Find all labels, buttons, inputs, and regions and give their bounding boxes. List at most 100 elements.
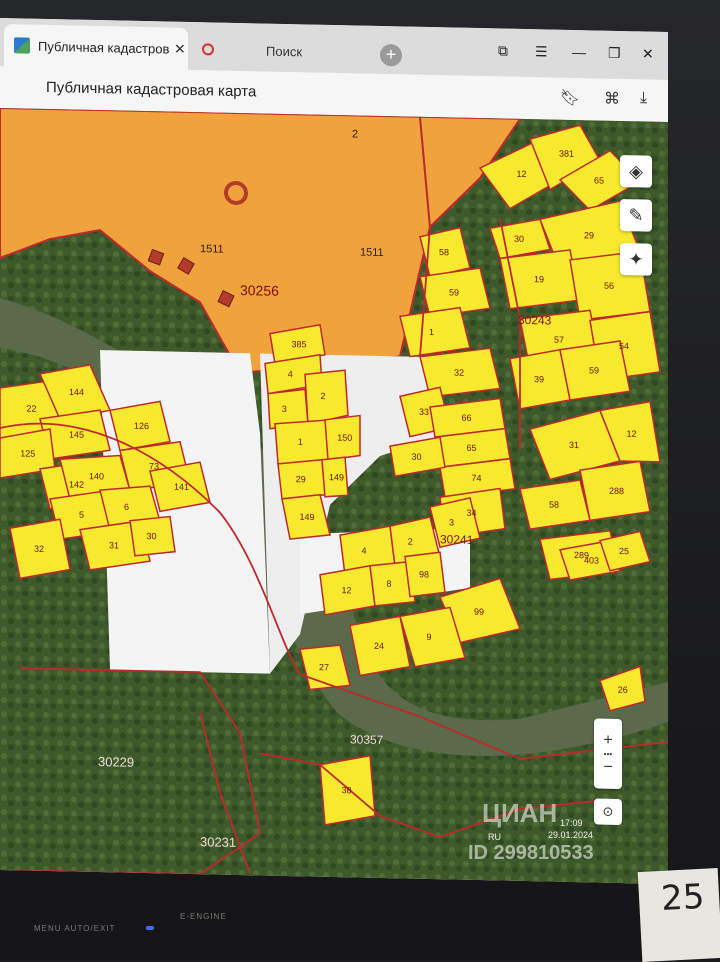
- monitor-menu-label: MENU AUTO/EXIT: [34, 924, 116, 933]
- bookmark-icon[interactable]: 🔖︎: [560, 88, 580, 108]
- label-north-b: 1511: [360, 247, 384, 259]
- parcel-number-label: 12: [627, 429, 637, 439]
- parcel-number-label: 99: [474, 607, 484, 617]
- parcel-number-label: 125: [20, 448, 35, 458]
- tab-search[interactable]: Поиск: [196, 34, 372, 68]
- tab-title: Публичная кадастровая: [38, 38, 170, 57]
- compass-button[interactable]: ⊙: [594, 798, 622, 826]
- parcel-number-label: 27: [319, 662, 329, 672]
- parcel-number-label: 66: [462, 413, 472, 423]
- parcel-number-label: 141: [174, 482, 189, 492]
- parcel-number-label: 1: [298, 437, 303, 447]
- label-north-a: 1511: [200, 243, 224, 255]
- locate-icon: ✦: [628, 248, 644, 269]
- parcel-number-label: 142: [69, 479, 84, 489]
- parcel-number-label: 32: [34, 544, 44, 554]
- power-led: [146, 926, 154, 930]
- parcel[interactable]: [304, 369, 349, 426]
- zoom-control: + ••• −: [594, 718, 622, 790]
- parcel-number-label: 33: [419, 407, 429, 417]
- parcel-number-label: 73: [149, 461, 159, 471]
- close-window-icon[interactable]: ✕: [642, 45, 654, 62]
- monitor-screen: Публичная кадастровая ✕ Поиск + ⧉ ☰ — ❐ …: [0, 18, 668, 884]
- layers-button[interactable]: ◈: [620, 154, 652, 188]
- download-icon[interactable]: ⤓: [640, 89, 647, 107]
- restore-icon[interactable]: ❐: [608, 45, 621, 62]
- parcel-number-label: 25: [619, 546, 629, 556]
- monitor-engine-label: E-ENGINE: [180, 912, 227, 921]
- parcel-number-label: 9: [427, 632, 432, 642]
- new-tab-button[interactable]: +: [380, 43, 402, 67]
- parcel-number-label: 140: [89, 471, 104, 481]
- parcel-number-label: 30: [514, 234, 524, 244]
- taskbar-date: 29.01.2024: [548, 830, 594, 840]
- parcel-number-label: 126: [134, 421, 149, 431]
- parcel-number-label: 58: [439, 247, 449, 257]
- zoom-in-button[interactable]: +: [603, 731, 612, 749]
- taskbar-language[interactable]: RU: [488, 832, 501, 842]
- zoom-dots: •••: [603, 749, 613, 759]
- parcel-number-label: 24: [374, 641, 384, 651]
- parcel-number-label: 3: [282, 404, 287, 414]
- ruler-button[interactable]: ✎: [620, 198, 652, 232]
- parcel-number-label: 65: [594, 175, 604, 185]
- parcel-number-label: 381: [559, 148, 574, 158]
- parcel-number-label: 30: [147, 531, 157, 541]
- parcel-number-label: 31: [109, 540, 119, 550]
- parcel-number-label: 22: [27, 404, 37, 414]
- extension-icon[interactable]: ⌘: [604, 89, 620, 109]
- parcel-number-label: 54: [619, 341, 629, 351]
- tabs-collection-icon[interactable]: ⧉: [498, 42, 508, 59]
- parcel-number-label: 98: [419, 569, 429, 579]
- parcel-number-label: 4: [362, 546, 367, 556]
- taskbar-time: 17:09: [560, 818, 583, 828]
- parcel-number-label: 145: [69, 429, 84, 439]
- parcel-number-label: 2: [408, 537, 413, 547]
- parcel-number-label: 30: [412, 452, 422, 462]
- rosreestr-favicon-icon: [14, 37, 30, 54]
- label-quarter-bottom-center: 30231: [200, 834, 236, 850]
- map-svg[interactable]: 2 1511 1511 30256 30243 30241 30229 3023…: [0, 108, 668, 884]
- parcel-number-label: 34: [466, 508, 476, 518]
- label-quarter-main: 30256: [240, 282, 279, 299]
- menu-icon[interactable]: ☰: [535, 43, 548, 60]
- parcel-number-label: 149: [329, 472, 344, 482]
- parcel-number-label: 59: [449, 287, 459, 297]
- cadastral-map[interactable]: 2 1511 1511 30256 30243 30241 30229 3023…: [0, 108, 668, 884]
- parcel-number-label: 29: [296, 474, 306, 484]
- tab-cadastral-map[interactable]: Публичная кадастровая ✕: [4, 24, 188, 70]
- page-title: Публичная кадастровая карта: [46, 78, 257, 101]
- label-river: 30357: [350, 732, 384, 747]
- parcel-number-label: 74: [471, 473, 481, 483]
- parcel-number-label: 1: [429, 327, 434, 337]
- parcel-number-label: 39: [534, 374, 544, 384]
- parcel-number-label: 12: [517, 169, 527, 179]
- paper-note: 25: [637, 867, 720, 962]
- close-tab-icon[interactable]: ✕: [174, 40, 186, 57]
- parcel-number-label: 385: [292, 339, 307, 349]
- parcel[interactable]: [399, 306, 471, 358]
- parcel-number-label: 149: [300, 512, 315, 522]
- parcel-number-label: 29: [584, 230, 594, 240]
- locate-button[interactable]: ✦: [620, 242, 652, 276]
- parcel-number-label: 38: [342, 785, 352, 795]
- parcel-number-label: 32: [454, 368, 464, 378]
- parcel-number-label: 5: [79, 510, 84, 520]
- parcel[interactable]: [274, 419, 333, 465]
- compass-icon: ⊙: [602, 803, 614, 819]
- parcel-number-label: 3: [449, 517, 454, 527]
- parcel-number-label: 57: [554, 335, 564, 345]
- parcel-number-label: 4: [288, 369, 293, 379]
- parcel-number-label: 8: [387, 579, 392, 589]
- label-large-upper: 2: [352, 128, 358, 140]
- zoom-out-button[interactable]: −: [603, 758, 612, 776]
- label-quarter-right: 30243: [518, 313, 552, 328]
- parcel-number-label: 26: [618, 685, 628, 695]
- watermark-brand: ЦИАН: [482, 798, 558, 828]
- minimize-icon[interactable]: —: [572, 44, 586, 60]
- parcel-number-label: 65: [466, 443, 476, 453]
- search-favicon-icon: [202, 43, 214, 56]
- ruler-icon: ✎: [628, 204, 644, 225]
- parcel-number-label: 403: [584, 555, 599, 565]
- parcel-number-label: 31: [569, 440, 579, 450]
